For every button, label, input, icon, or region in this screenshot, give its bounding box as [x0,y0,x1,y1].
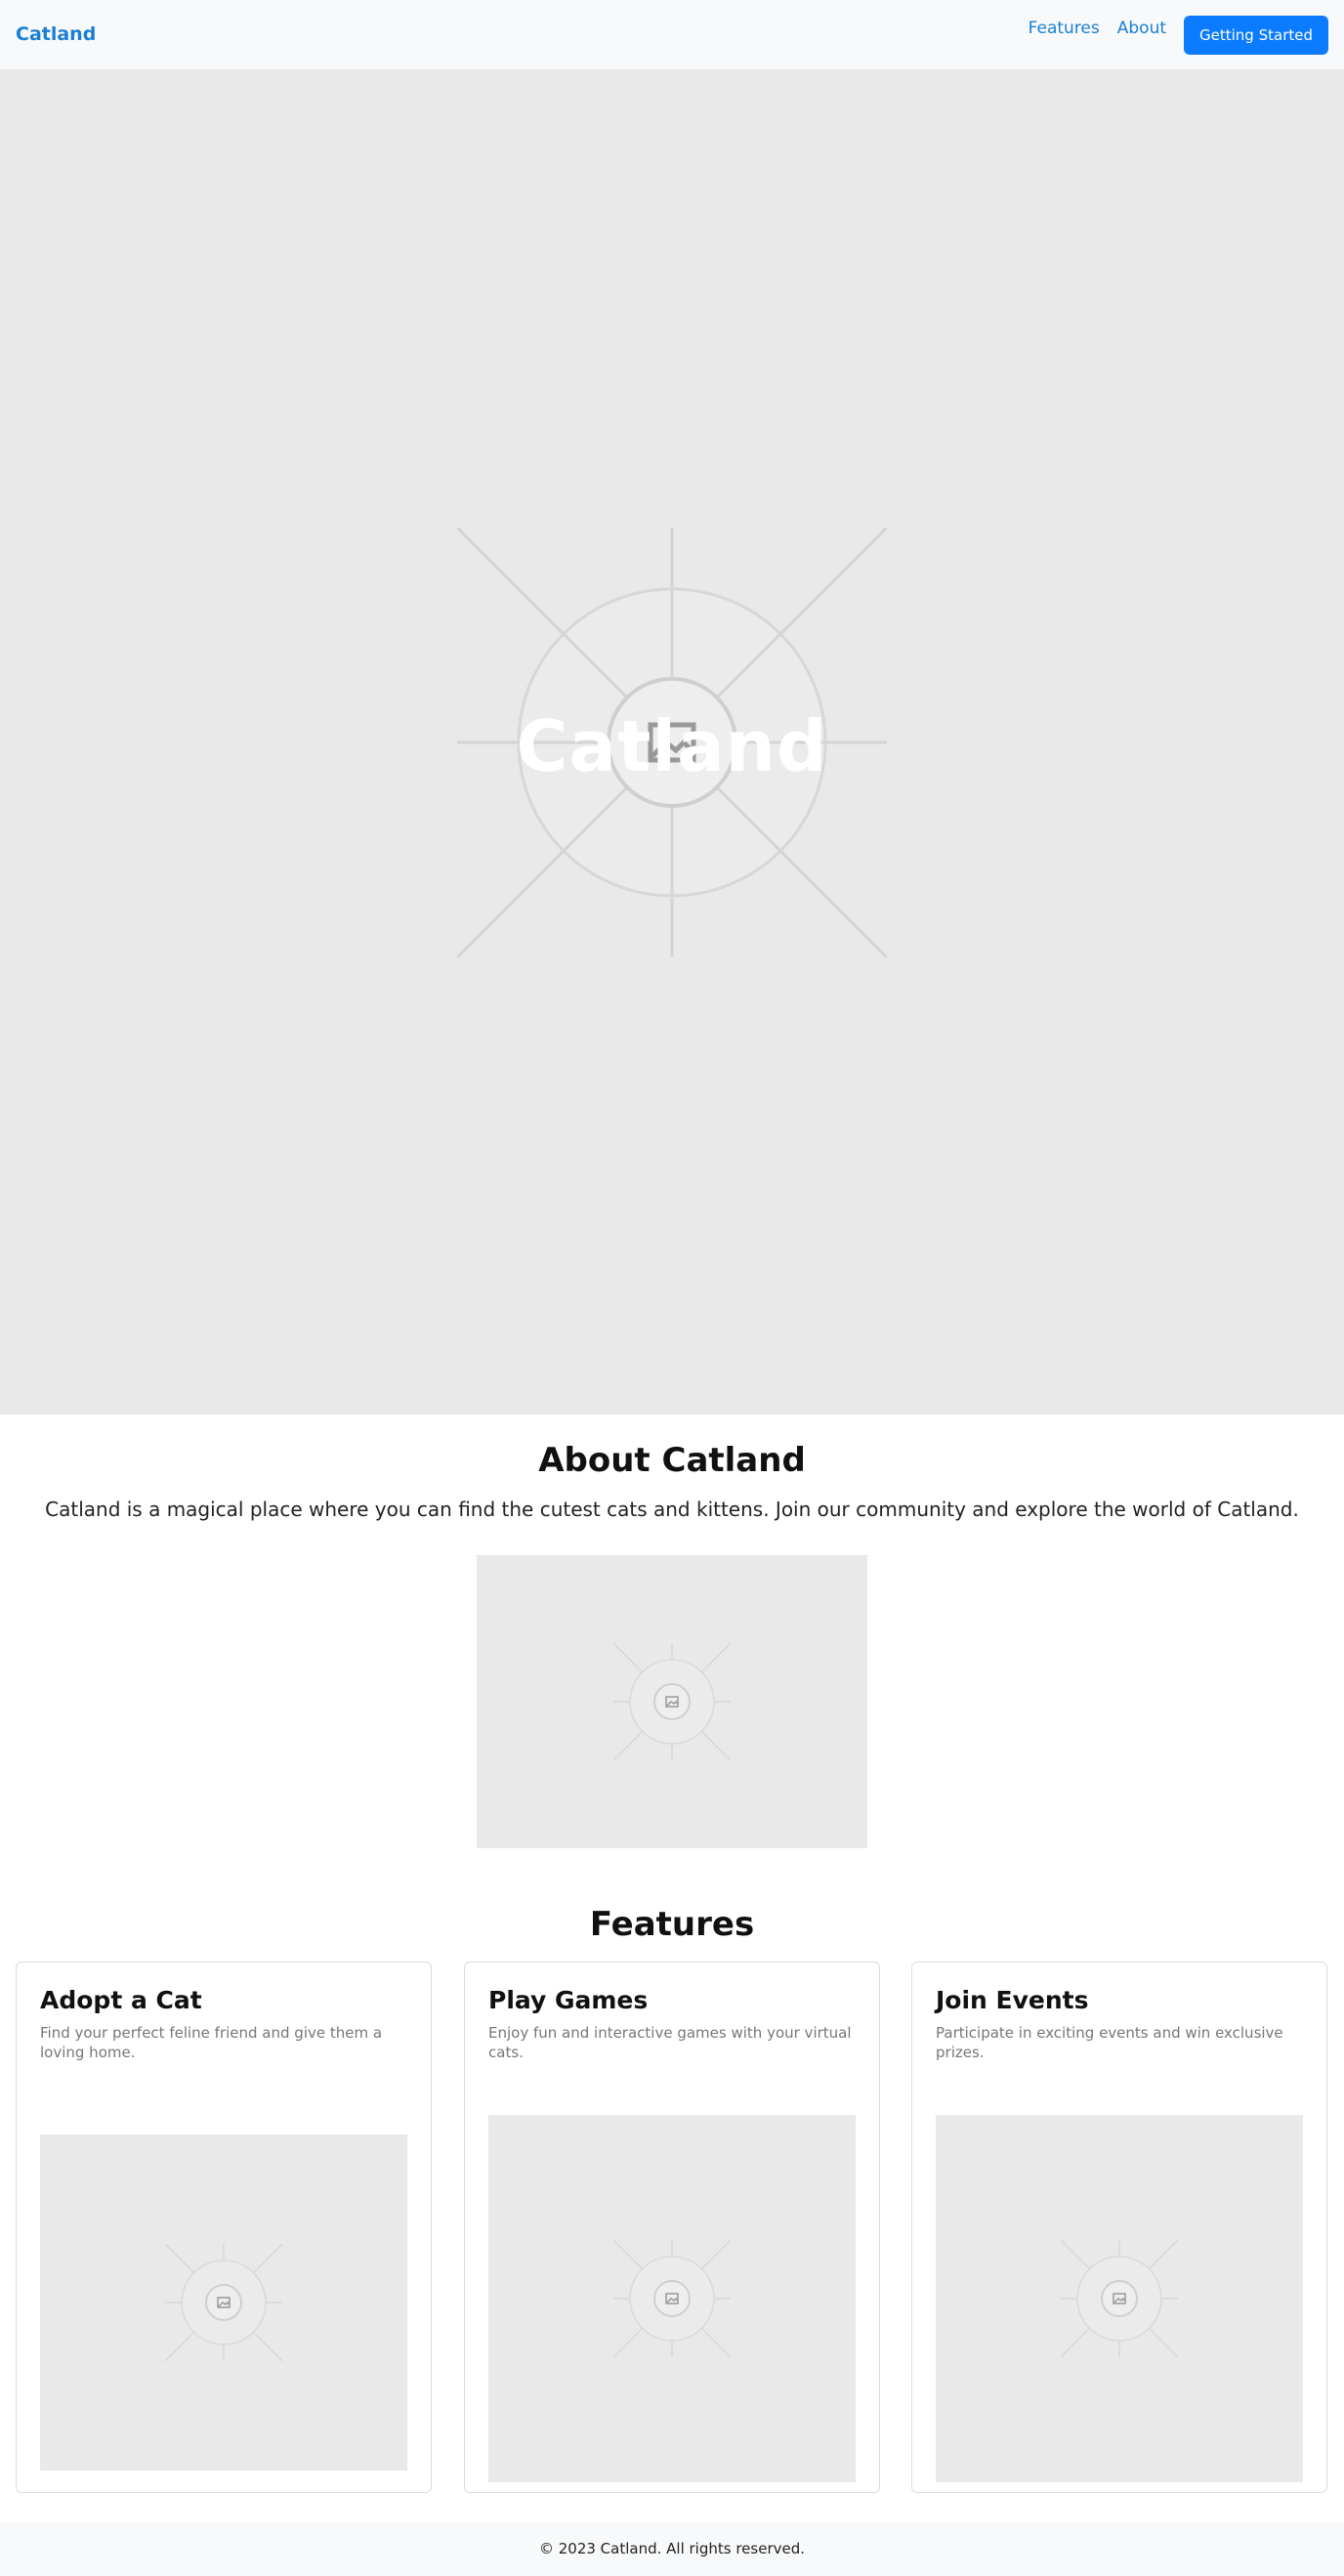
copyright-text: © 2023 Catland. All rights reserved. [538,2540,806,2557]
footer: © 2023 Catland. All rights reserved. [0,2522,1344,2576]
getting-started-button[interactable]: Getting Started [1184,16,1328,55]
card-text: Find your perfect feline friend and give… [40,2024,383,2061]
nav-link-about[interactable]: About [1117,16,1166,38]
hero-section: Catland [0,70,1344,1415]
image-placeholder-icon [613,2240,731,2357]
about-title: About Catland [538,1441,806,1480]
feature-card-games: Play Games Enjoy fun and interactive gam… [464,1962,880,2493]
about-text: Catland is a magical place where you can… [45,1498,1299,1521]
hero-title: Catland [516,705,828,787]
card-image [488,2115,856,2482]
feature-card-adopt: Adopt a Cat Find your perfect feline fri… [16,1962,432,2493]
card-title: Play Games [488,1986,649,2014]
image-placeholder-icon [1061,2240,1178,2357]
image-placeholder-icon [613,1643,731,1760]
card-image [40,2134,407,2470]
card-text: Enjoy fun and interactive games with you… [488,2024,852,2061]
card-title: Adopt a Cat [40,1986,202,2014]
navbar: Catland Features About Getting Started [0,0,1344,70]
about-image [477,1555,867,1848]
features-title: Features [589,1905,755,1944]
card-title: Join Events [936,1986,1089,2014]
nav-links: Features About Getting Started [1029,16,1328,55]
nav-link-features[interactable]: Features [1029,16,1100,38]
image-placeholder-icon [165,2244,282,2361]
feature-card-events: Join Events Participate in exciting even… [911,1962,1327,2493]
card-text: Participate in exciting events and win e… [936,2024,1283,2061]
card-image [936,2115,1303,2482]
brand-link[interactable]: Catland [16,23,96,45]
